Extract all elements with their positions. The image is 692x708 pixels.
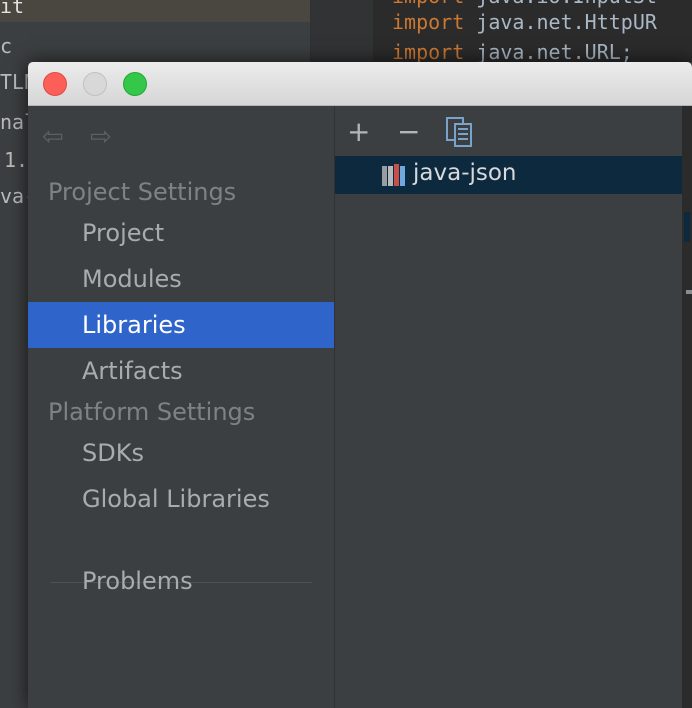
sidebar-item-libraries[interactable]: Libraries [28, 302, 334, 348]
background-fragment: 1. [4, 148, 29, 172]
minimize-window-button[interactable] [83, 72, 107, 96]
close-window-button[interactable] [43, 72, 67, 96]
code-keyword: import [392, 10, 465, 34]
sidebar-item-project[interactable]: Project [28, 210, 334, 256]
library-name: java-json [413, 160, 517, 186]
section-platform-settings: Platform Settings [48, 398, 256, 426]
code-text: java.net.URL; [464, 40, 633, 64]
sidebar-item-problems[interactable]: Problems [28, 558, 334, 604]
libraries-panel: + − java-json [335, 106, 682, 708]
add-library-button[interactable]: + [347, 114, 370, 150]
code-keyword: import [392, 0, 464, 8]
code-keyword: import [392, 40, 465, 64]
library-row-java-json[interactable]: java-json [335, 156, 682, 194]
code-line: import java.io.InputSt [392, 0, 657, 8]
project-structure-dialog: ⇦ ⇨ Project Settings Project Modules Lib… [28, 62, 692, 708]
background-tab-strip [0, 0, 310, 22]
library-icon [382, 164, 405, 186]
settings-sidebar: ⇦ ⇨ Project Settings Project Modules Lib… [28, 106, 334, 708]
background-fragment: it [0, 0, 25, 18]
zoom-window-button[interactable] [123, 72, 147, 96]
back-arrow-icon[interactable]: ⇦ [42, 122, 64, 152]
sidebar-item-sdks[interactable]: SDKs [28, 430, 334, 476]
background-fragment: c [0, 34, 13, 58]
code-text: java.io.InputSt [464, 0, 657, 8]
code-line: import java.net.HttpUR [392, 10, 657, 34]
forward-arrow-icon[interactable]: ⇨ [90, 122, 112, 152]
copy-icon[interactable] [445, 116, 475, 148]
remove-library-button[interactable]: − [397, 114, 420, 150]
code-text: java.net.HttpUR [464, 10, 657, 34]
section-project-settings: Project Settings [48, 178, 237, 206]
details-panel-edge [682, 106, 692, 708]
sidebar-item-artifacts[interactable]: Artifacts [28, 348, 334, 394]
code-line: import java.net.URL; [392, 40, 633, 64]
details-tick [686, 290, 692, 294]
sidebar-item-global-libraries[interactable]: Global Libraries [28, 476, 334, 522]
sidebar-item-modules[interactable]: Modules [28, 256, 334, 302]
details-selection-marker [684, 212, 690, 242]
dialog-titlebar[interactable] [28, 62, 692, 106]
